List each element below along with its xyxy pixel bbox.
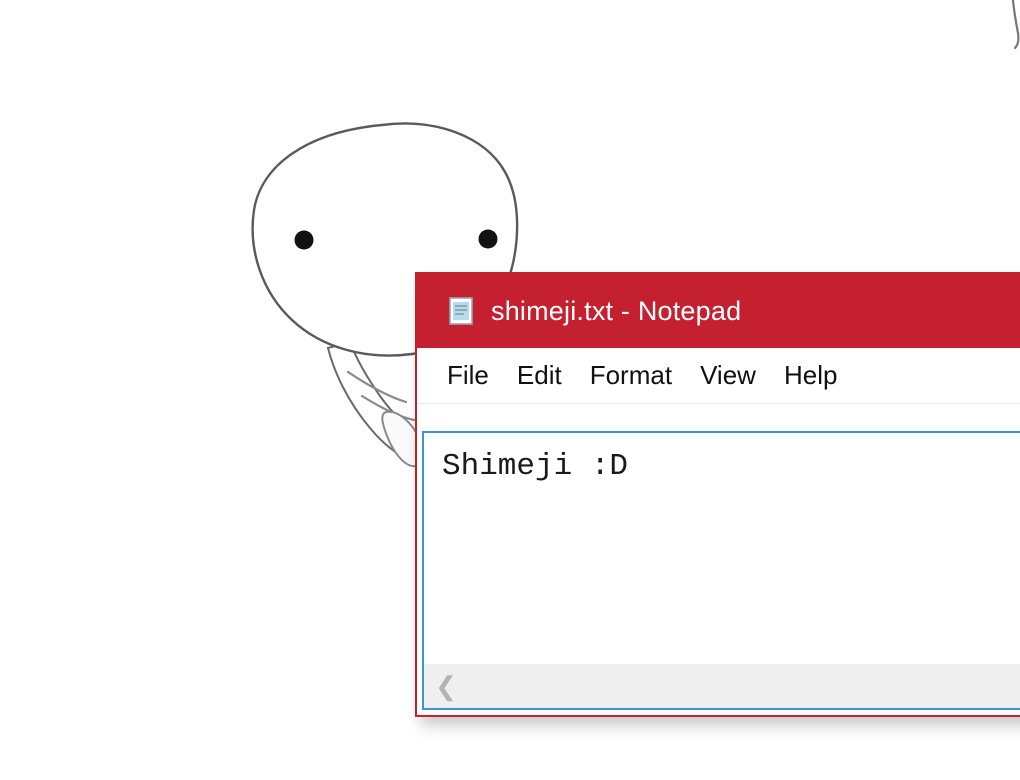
menu-item-file[interactable]: File <box>433 358 503 393</box>
desktop-background: shimeji.txt - Notepad File Edit Format V… <box>0 0 1020 780</box>
menu-item-format[interactable]: Format <box>576 358 686 393</box>
shimeji-right-eye <box>478 229 498 249</box>
notepad-window[interactable]: shimeji.txt - Notepad File Edit Format V… <box>415 272 1020 717</box>
editor-textarea[interactable]: Shimeji :D <box>424 433 1020 664</box>
window-titlebar[interactable]: shimeji.txt - Notepad <box>417 274 1020 348</box>
shimeji-left-eye <box>294 230 314 250</box>
window-title: shimeji.txt - Notepad <box>491 295 742 326</box>
menu-item-edit[interactable]: Edit <box>503 358 576 393</box>
menubar[interactable]: File Edit Format View Help <box>417 348 1020 404</box>
corner-doodle-line <box>980 0 1020 60</box>
scrollbar-track[interactable] <box>468 664 1020 708</box>
scroll-left-arrow-icon[interactable]: ❮ <box>424 664 468 708</box>
menu-item-view[interactable]: View <box>686 358 770 393</box>
horizontal-scrollbar[interactable]: ❮ <box>424 664 1020 708</box>
menu-item-help[interactable]: Help <box>770 358 851 393</box>
notepad-icon <box>447 296 477 326</box>
editor-area[interactable]: Shimeji :D ❮ <box>422 431 1020 710</box>
